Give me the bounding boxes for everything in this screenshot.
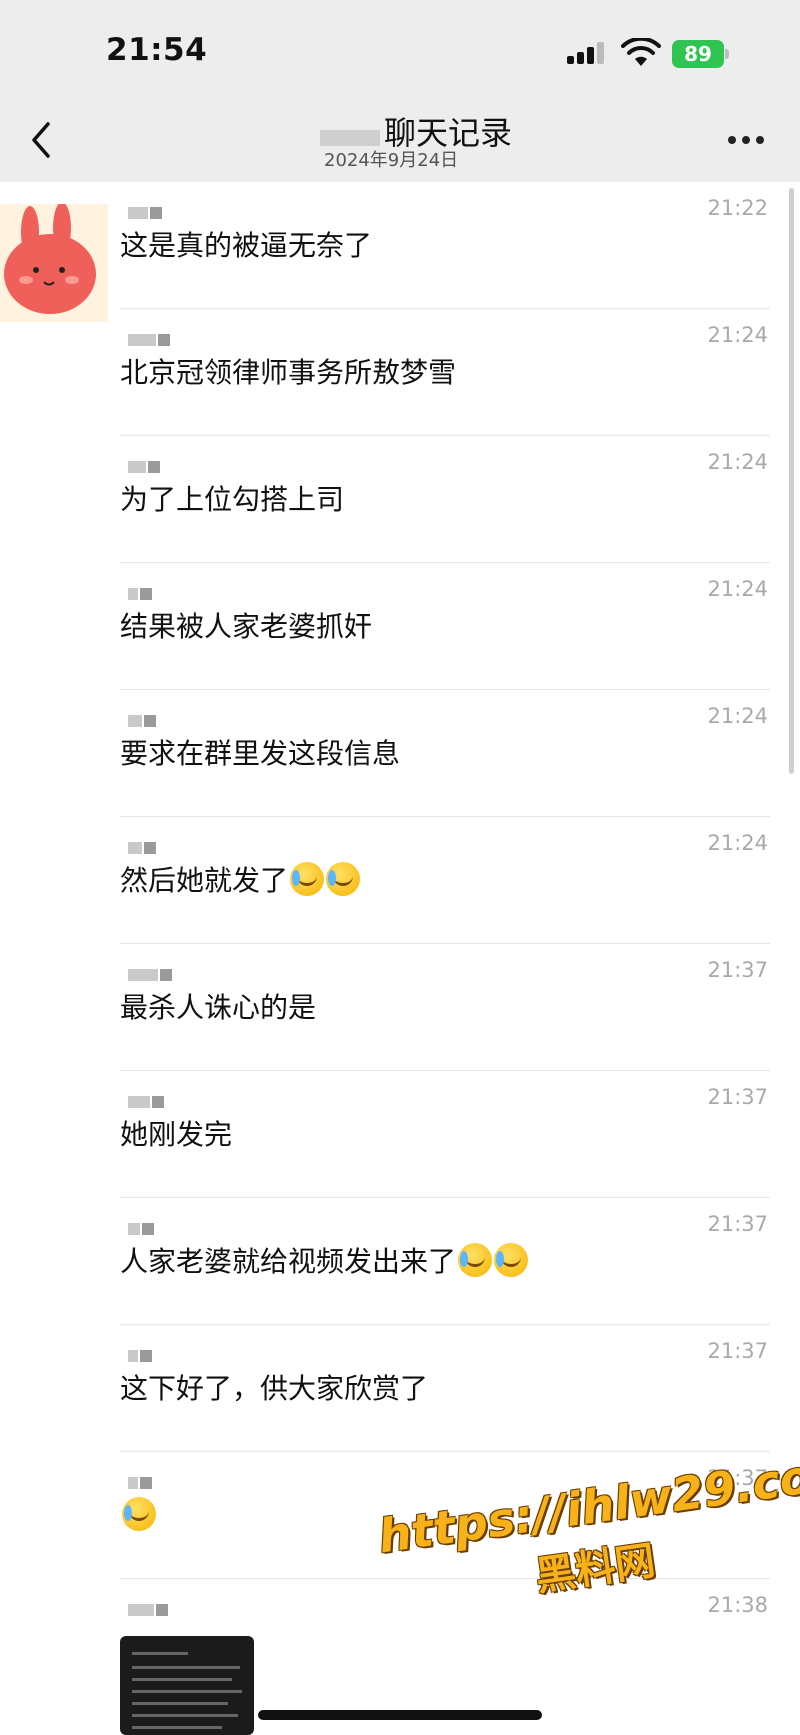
- message-text: [120, 1496, 156, 1536]
- redacted-sender: [128, 461, 160, 473]
- chevron-left-icon[interactable]: [26, 120, 56, 160]
- redacted-sender: [128, 842, 156, 854]
- message-row[interactable]: 人家老婆就给视频发出来了 21:37: [120, 1198, 770, 1325]
- message-time: 21:24: [707, 577, 768, 601]
- message-time: 21:37: [707, 1085, 768, 1109]
- battery-percent: 89: [684, 42, 712, 66]
- message-time: 21:24: [707, 323, 768, 347]
- message-text: 这是真的被逼无奈了: [120, 229, 373, 262]
- redacted-sender: [128, 969, 172, 981]
- redacted-sender: [128, 1477, 152, 1489]
- rofl-emoji-icon: [494, 1243, 529, 1277]
- message-text: 要求在群里发这段信息: [120, 737, 401, 770]
- message-time: 21:37: [707, 1339, 768, 1363]
- status-time: 21:54: [106, 32, 208, 68]
- redacted-sender: [128, 588, 152, 600]
- message-row[interactable]: 北京冠领律师事务所敖梦雪 21:24: [120, 309, 770, 436]
- redacted-sender: [128, 334, 170, 346]
- message-text: 北京冠领律师事务所敖梦雪: [120, 356, 457, 389]
- avatar[interactable]: [0, 204, 108, 322]
- redacted-name: [320, 130, 380, 146]
- message-time: 21:24: [707, 831, 768, 855]
- redacted-sender: [128, 1096, 164, 1108]
- rofl-emoji-icon: [290, 862, 325, 896]
- message-row[interactable]: 要求在群里发这段信息 21:24: [120, 690, 770, 817]
- message-text: 结果被人家老婆抓奸: [120, 610, 373, 643]
- message-text: 为了上位勾搭上司: [120, 483, 345, 516]
- message-time: 21:37: [707, 1212, 768, 1236]
- message-text: 她刚发完: [120, 1118, 233, 1151]
- message-row[interactable]: 最杀人诛心的是 21:37: [120, 944, 770, 1071]
- nav-title-area: 聊天记录 2024年9月24日: [300, 108, 540, 178]
- message-row[interactable]: 她刚发完 21:37: [120, 1071, 770, 1198]
- more-dots-icon[interactable]: [728, 136, 764, 146]
- rofl-emoji-icon: [122, 1497, 156, 1531]
- cellular-signal-icon: [567, 42, 611, 64]
- wifi-icon: [621, 38, 661, 66]
- message-text: 人家老婆就给视频发出来了: [120, 1242, 529, 1282]
- message-time: 21:24: [707, 704, 768, 728]
- message-row[interactable]: 这下好了，供大家欣赏了 21:37: [120, 1325, 770, 1452]
- message-time: 21:37: [707, 958, 768, 982]
- page-subtitle-date: 2024年9月24日: [324, 150, 459, 171]
- message-row[interactable]: 为了上位勾搭上司 21:24: [120, 436, 770, 563]
- message-text: 然后她就发了: [120, 861, 361, 901]
- message-text: 最杀人诛心的是: [120, 991, 317, 1024]
- message-text: 这下好了，供大家欣赏了: [120, 1372, 429, 1405]
- scrollbar[interactable]: [789, 188, 794, 774]
- redacted-sender: [128, 715, 156, 727]
- battery-icon: 89: [672, 40, 730, 68]
- message-row[interactable]: 这是真的被逼无奈了 21:22: [120, 182, 770, 309]
- message-row[interactable]: 结果被人家老婆抓奸 21:24: [120, 563, 770, 690]
- redacted-sender: [128, 1350, 152, 1362]
- image-thumbnail[interactable]: [120, 1636, 254, 1735]
- message-text-content: 人家老婆就给视频发出来了: [120, 1245, 457, 1278]
- message-row[interactable]: 然后她就发了 21:24: [120, 817, 770, 944]
- top-bar: 21:54 89 聊天记录 2024年9月24日: [0, 0, 800, 182]
- message-text-content: 然后她就发了: [120, 864, 289, 897]
- rofl-emoji-icon: [458, 1243, 493, 1277]
- redacted-sender: [128, 207, 162, 219]
- redacted-sender: [128, 1223, 154, 1235]
- home-indicator[interactable]: [258, 1710, 542, 1720]
- message-time: 21:22: [707, 196, 768, 220]
- redacted-sender: [128, 1604, 168, 1616]
- rofl-emoji-icon: [326, 862, 361, 896]
- message-time: 21:24: [707, 450, 768, 474]
